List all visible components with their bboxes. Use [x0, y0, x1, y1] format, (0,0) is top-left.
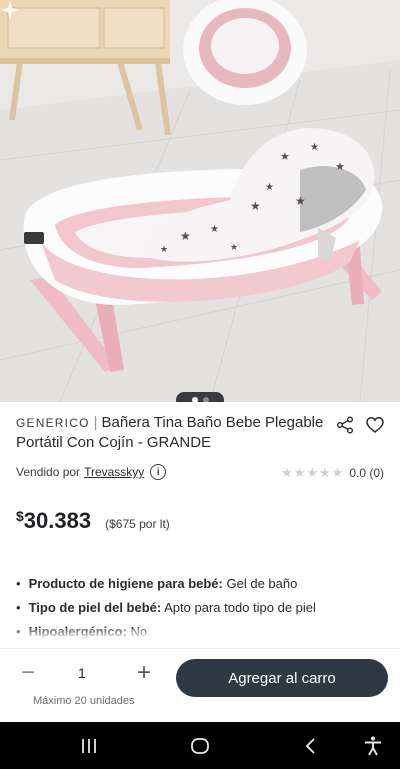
product-photo: ★ ★ ★ ★ ★ ★ ★ ★ ★ ★ [0, 0, 400, 402]
attribute-label: Tipo de piel del bebé: [28, 600, 162, 615]
sparkle-icon [0, 0, 20, 20]
star-icon: ★ [306, 465, 318, 480]
seller-prefix: Vendido por [16, 465, 81, 479]
price-main: $30.383 [16, 508, 91, 534]
quantity-max-note: Máximo 20 unidades [33, 695, 135, 707]
attribute-item: • Producto de higiene para bebé: Gel de … [16, 572, 386, 596]
bullet: • [16, 576, 21, 591]
brand-label[interactable]: GENERICO [16, 416, 90, 430]
svg-text:★: ★ [295, 194, 306, 208]
product-image[interactable]: ★ ★ ★ ★ ★ ★ ★ ★ ★ ★ [0, 0, 400, 402]
bullet: • [16, 600, 21, 615]
star-icon: ★ [281, 465, 293, 480]
seller-info: Vendido por Trevasskyy i [16, 464, 167, 480]
image-pager[interactable] [176, 392, 224, 402]
add-to-cart-button[interactable]: Agregar al carro [176, 659, 388, 697]
brand-separator: | [93, 414, 98, 431]
home-icon[interactable] [189, 735, 211, 757]
purchase-bar: − 1 + Máximo 20 unidades Agregar al carr… [0, 648, 400, 720]
seller-link[interactable]: Trevasskyy [84, 465, 144, 479]
scroll-fade [0, 628, 400, 640]
svg-text:★: ★ [250, 199, 261, 213]
star-icon: ★ [293, 465, 306, 480]
product-actions [336, 416, 384, 434]
star-icon: ★ [331, 465, 344, 480]
product-title-block: GENERICO | Bañera Tina Baño Bebe Plegable … [16, 413, 326, 453]
quantity-value[interactable]: 1 [78, 665, 86, 681]
svg-text:★: ★ [180, 229, 191, 243]
unit-price: ($675 por lt) [105, 517, 170, 531]
attribute-value: Gel de baño [226, 576, 298, 591]
attribute-label: Producto de higiene para bebé: [28, 576, 223, 591]
heart-icon[interactable] [366, 416, 384, 434]
system-nav-bar [0, 722, 400, 769]
svg-text:★: ★ [310, 142, 319, 153]
attribute-value: Apto para todo tipo de piel [164, 600, 316, 615]
svg-text:★: ★ [230, 243, 238, 253]
share-icon[interactable] [336, 416, 354, 434]
price-currency: $ [16, 508, 24, 524]
pager-dot[interactable] [202, 397, 209, 402]
attribute-text: Tipo de piel del bebé: Apto para todo ti… [29, 596, 316, 620]
quantity-increase-button[interactable]: + [130, 659, 158, 687]
quantity-decrease-button[interactable]: − [14, 659, 42, 687]
svg-text:★: ★ [160, 245, 168, 255]
price: $30.383 ($675 por lt) [16, 508, 170, 534]
rating[interactable]: ★ ★ ★ ★ ★ 0.0 (0) [281, 465, 384, 481]
svg-text:★: ★ [280, 150, 290, 163]
pager-dot-active[interactable] [191, 397, 198, 402]
accessibility-icon[interactable] [362, 735, 384, 757]
svg-text:★: ★ [210, 224, 219, 235]
rating-stars: ★ ★ ★ ★ ★ [281, 465, 343, 481]
attribute-text: Producto de higiene para bebé: Gel de ba… [29, 572, 298, 596]
rating-score: 0.0 (0) [349, 466, 384, 480]
back-icon[interactable] [300, 735, 322, 757]
star-icon: ★ [319, 465, 331, 480]
svg-text:★: ★ [265, 182, 274, 193]
attribute-item: • Tipo de piel del bebé: Apto para todo … [16, 596, 386, 620]
recent-apps-icon[interactable] [78, 735, 100, 757]
price-amount: 30.383 [23, 508, 92, 533]
info-icon[interactable]: i [150, 464, 167, 480]
svg-text:★: ★ [335, 160, 345, 173]
